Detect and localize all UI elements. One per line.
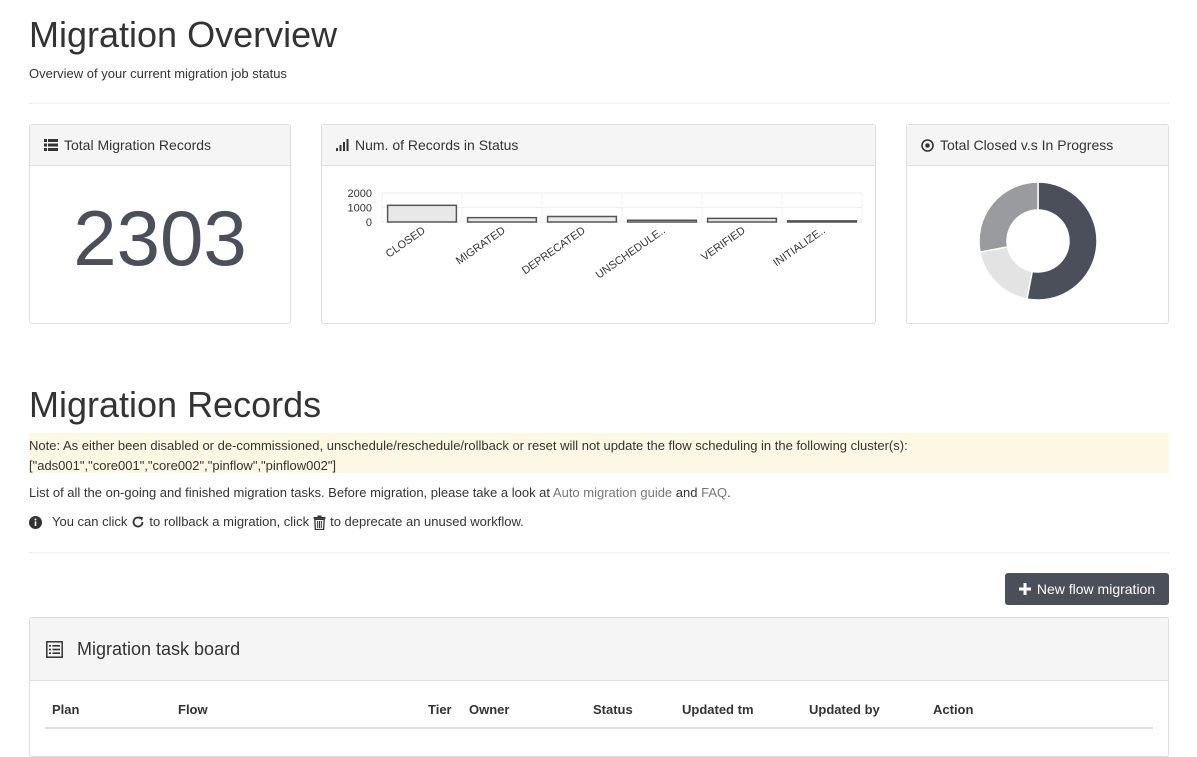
cluster-warning-note: Note: As either been disabled or de-comm… [29,433,1169,473]
donut-slice-2 [978,181,1039,253]
total-records-card-header: Total Migration Records [30,125,290,166]
x-tick-label: DEPRECATED [520,225,588,278]
trash-icon [313,515,326,530]
faq-link[interactable]: FAQ [701,485,727,500]
migration-task-board: Migration task board [29,617,1169,757]
hint-part-a: You can click [52,514,128,529]
info-and: and [672,485,702,500]
task-board-title: Migration task board [77,638,241,659]
x-tick-label: UNSCHEDULE.. [594,225,668,282]
info-suffix: . [727,485,731,500]
signal-icon [336,139,349,151]
refresh-icon [133,516,144,528]
status-chart-card-title: Num. of Records in Status [355,137,519,153]
records-title: Migration Records [29,384,322,425]
page-title: Migration Overview [29,14,338,55]
total-records-value: 2303 [73,194,247,282]
info-circle-icon [29,515,42,529]
status-chart-card: Num. of Records in Status 0 1000 2000 CLOSE… [321,124,876,324]
new-flow-migration-label: New flow migration [1036,581,1156,597]
x-tick-label: VERIFIED [699,225,747,264]
bar-migrated [466,216,538,223]
bar-deprecated [546,215,618,223]
column-header-flow[interactable]: Flow [178,702,208,717]
list-icon [44,139,58,151]
x-tick-label: INITIALIZE.. [771,225,827,270]
donut-slice-1 [979,245,1034,300]
info-prefix: List of all the on-going and finished mi… [29,485,553,500]
bar-closed [386,204,458,223]
dot-circle-icon [921,138,934,152]
hint-part-c: to deprecate an unused workflow. [330,514,524,529]
column-header-updated-tm[interactable]: Updated tm [682,702,754,717]
status-chart-card-header: Num. of Records in Status [322,125,875,166]
total-records-card: Total Migration Records 2303 [29,124,291,324]
y-tick-label: 1000 [348,203,372,215]
bar-verified [706,217,778,223]
new-flow-migration-button[interactable]: New flow migration [1005,573,1169,605]
closed-vs-progress-card-title: Total Closed v.s In Progress [940,137,1114,153]
list-alt-icon [46,640,63,658]
x-tick-label: MIGRATED [454,225,508,268]
bar-unschedule [626,219,698,223]
closed-vs-progress-card: Total Closed v.s In Progress [906,124,1169,324]
info-text: List of all the on-going and finished mi… [29,485,731,501]
task-board-header: Migration task board [30,618,1168,681]
y-tick-label: 0 [366,217,372,229]
hint-text: You can click to rollback a migration, c… [29,513,524,531]
closed-vs-progress-donut [978,181,1098,301]
note-line-2: ["ads001","core001","core002","pinflow",… [29,458,337,473]
x-tick-label: CLOSED [384,225,428,261]
hint-part-b: to rollback a migration, click [149,514,310,529]
page-subtitle: Overview of your current migration job s… [29,66,287,81]
total-records-card-title: Total Migration Records [64,137,212,153]
status-bar-chart: 0 1000 2000 CLOSED MIGRATED DEPRECATED UNSCHED… [348,188,863,282]
divider [29,552,1169,553]
note-line-1: Note: As either been disabled or de-comm… [29,438,908,453]
column-header-updated-by[interactable]: Updated by [809,702,880,717]
column-header-tier[interactable]: Tier [428,702,452,717]
column-header-plan[interactable]: Plan [52,702,79,717]
plus-icon [1018,583,1031,595]
column-header-owner[interactable]: Owner [469,702,509,717]
closed-vs-progress-card-header: Total Closed v.s In Progress [907,125,1168,166]
column-header-status[interactable]: Status [593,702,633,717]
y-tick-label: 2000 [348,188,372,200]
column-header-action[interactable]: Action [933,702,973,717]
bar-initialize [786,220,858,223]
divider [29,103,1169,104]
auto-migration-guide-link[interactable]: Auto migration guide [553,485,672,500]
